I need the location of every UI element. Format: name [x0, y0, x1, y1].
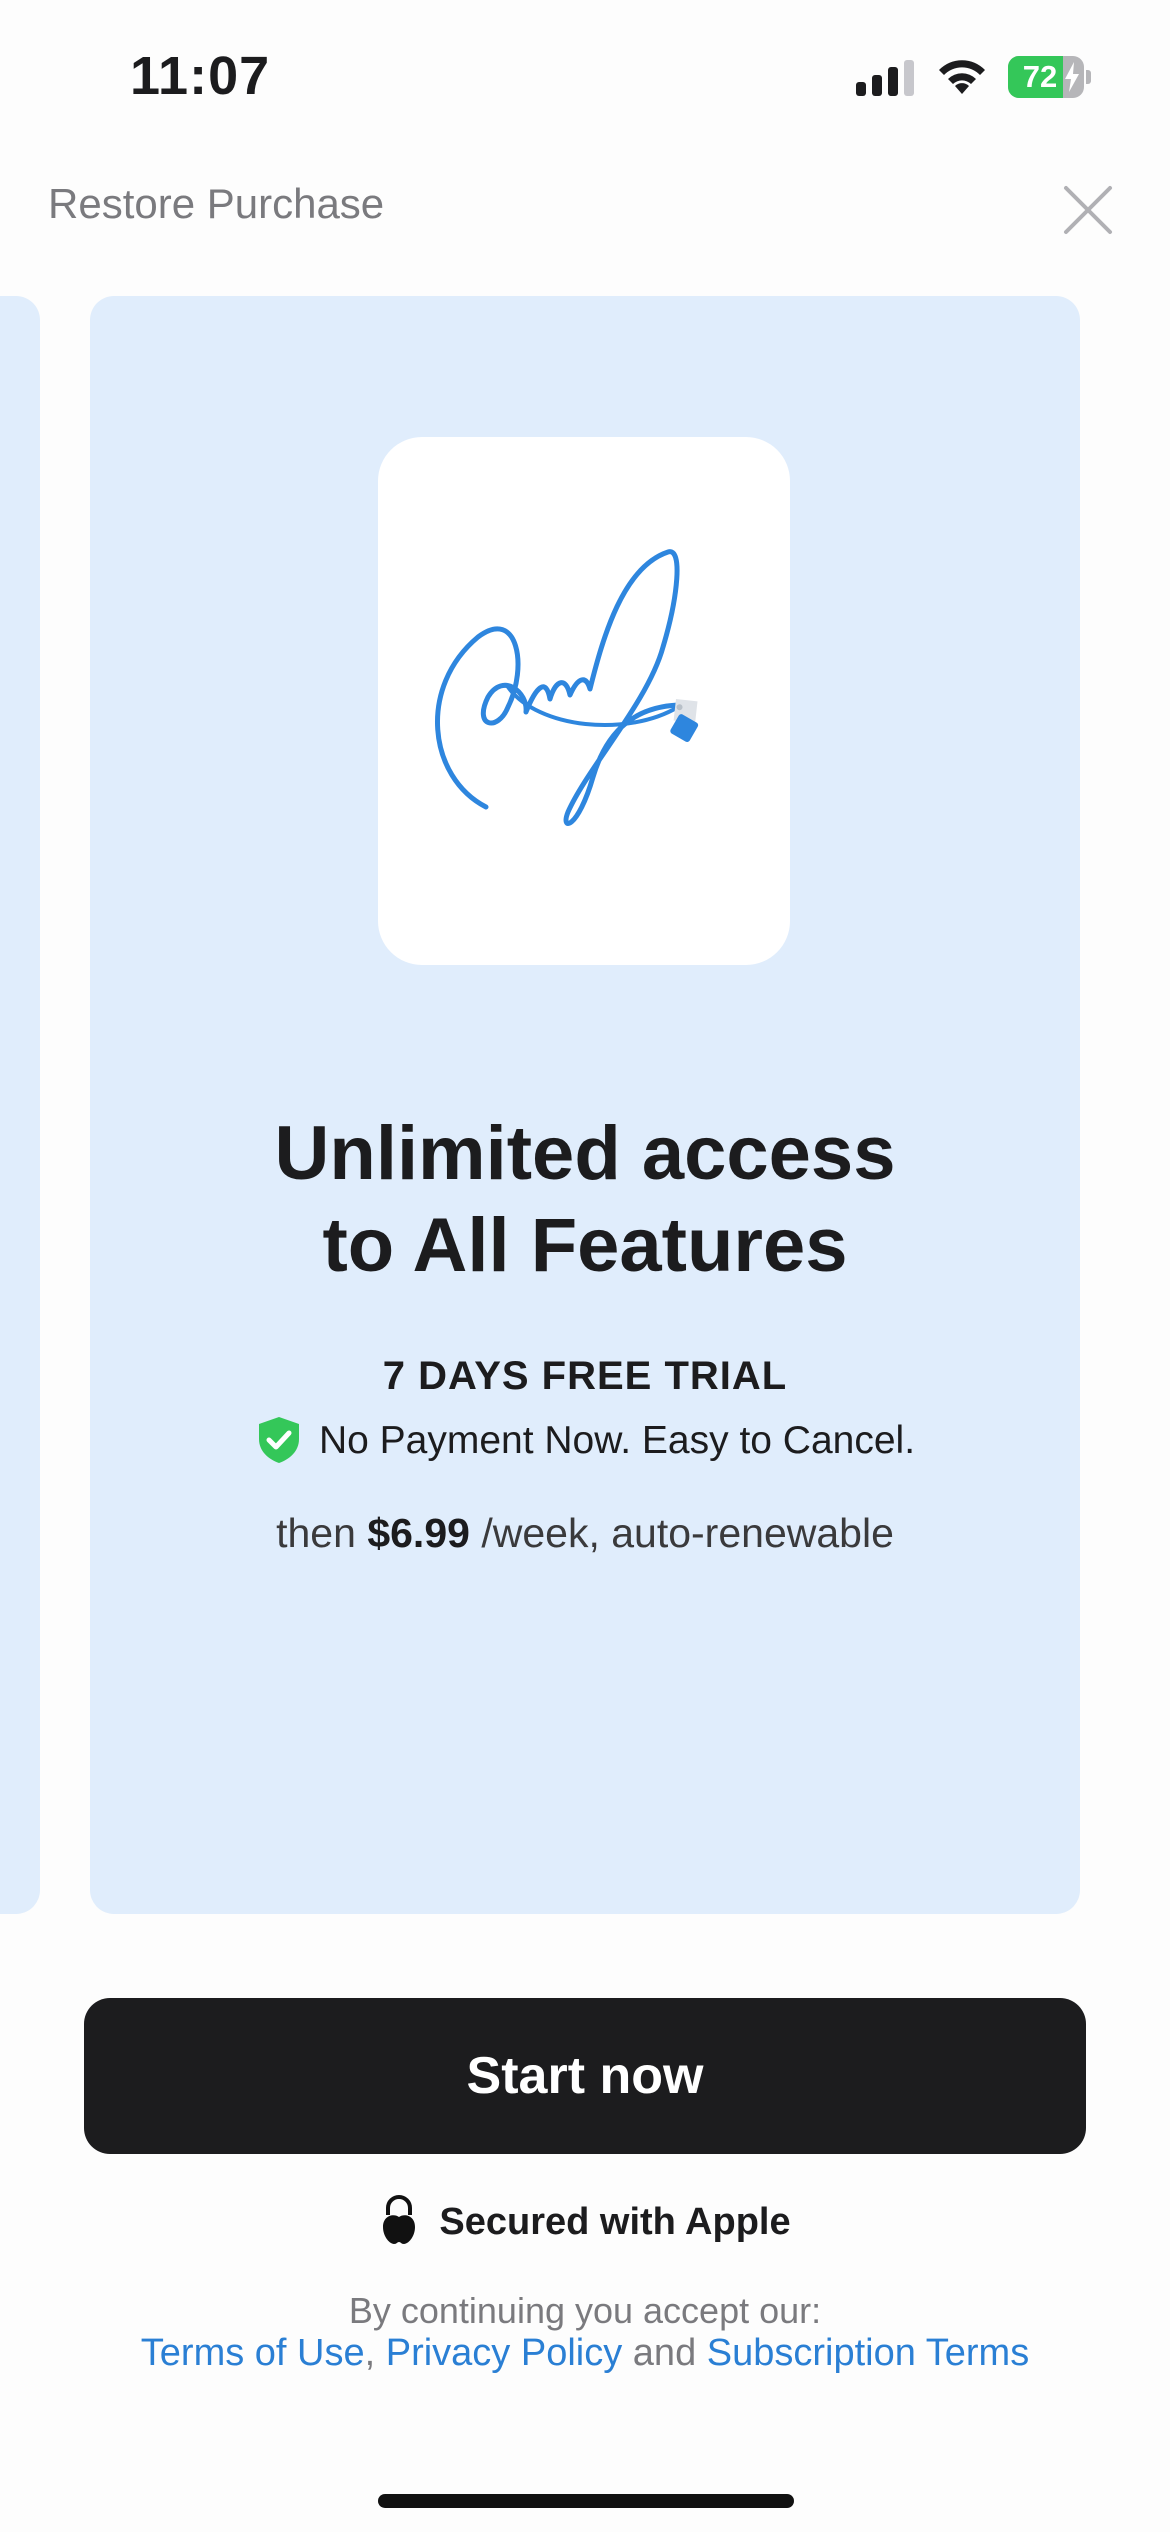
previous-card[interactable] — [0, 296, 40, 1914]
legal-links: Terms of Use, Privacy Policy and Subscri… — [0, 2332, 1170, 2375]
charging-bolt-icon — [1065, 62, 1079, 92]
restore-purchase-link[interactable]: Restore Purchase — [48, 180, 384, 228]
signature-illustration — [378, 437, 790, 965]
start-now-button[interactable]: Start now — [84, 1998, 1086, 2154]
shield-check-icon — [258, 1416, 299, 1463]
subscription-terms-link[interactable]: Subscription Terms — [707, 2332, 1029, 2374]
home-indicator[interactable] — [378, 2494, 794, 2508]
trial-label: 7 DAYS FREE TRIAL — [382, 1354, 788, 1398]
no-payment-row: No Payment Now. Easy to Cancel. — [90, 1416, 1080, 1468]
price-row: then $6.99 /week, auto-renewable — [90, 1510, 1080, 1557]
legal-and: and — [632, 2332, 697, 2374]
headline: Unlimited access to All Features — [90, 1108, 1080, 1292]
wifi-icon — [939, 60, 985, 94]
status-time: 11:07 — [130, 46, 271, 106]
terms-of-use-link[interactable]: Terms of Use — [141, 2332, 365, 2374]
feature-card: Unlimited access to All Features 7 DAYS … — [90, 296, 1080, 1914]
headline-line-1: Unlimited access — [274, 1111, 896, 1196]
price-prefix: then — [276, 1510, 356, 1556]
signature-icon — [435, 549, 699, 826]
close-icon[interactable] — [1058, 180, 1118, 240]
headline-line-2: to All Features — [322, 1203, 848, 1288]
secured-text: Secured with Apple — [439, 2201, 791, 2243]
privacy-policy-link[interactable]: Privacy Policy — [386, 2332, 623, 2374]
apple-lock-icon — [383, 2195, 416, 2244]
legal-intro: By continuing you accept our: — [348, 2290, 822, 2331]
legal-comma: , — [364, 2332, 376, 2374]
price-suffix: /week, auto-renewable — [481, 1510, 894, 1556]
status-bar: 11:07 72 — [0, 0, 1170, 150]
battery-icon: 72 — [1008, 56, 1091, 98]
secured-row: Secured with Apple — [0, 2195, 1170, 2249]
battery-level: 72 — [1022, 59, 1058, 94]
signal-icon — [856, 60, 914, 96]
price-amount: $6.99 — [367, 1510, 470, 1556]
no-payment-text: No Payment Now. Easy to Cancel. — [318, 1419, 916, 1462]
